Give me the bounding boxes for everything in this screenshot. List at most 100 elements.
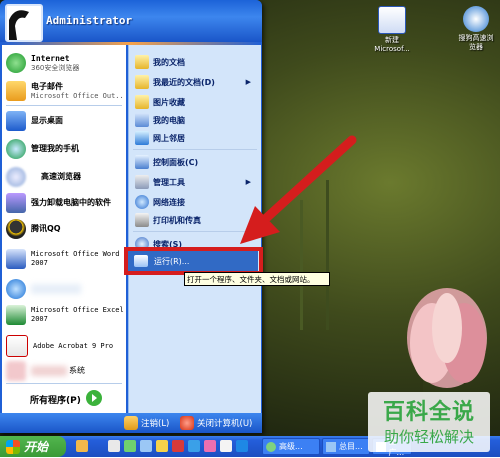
- quicklaunch-icon[interactable]: [108, 440, 120, 452]
- desktop-icon-sogou[interactable]: 搜狗高速浏 览器: [444, 6, 500, 52]
- taskbar-task[interactable]: 高级...: [262, 438, 320, 455]
- item-label: 控制面板(C): [153, 157, 199, 167]
- item-label: 网上邻居: [153, 133, 185, 143]
- menu-item-show-desktop[interactable]: 显示桌面: [6, 111, 126, 131]
- desktop-icon-label: 新建 Microsof...: [374, 36, 410, 53]
- shutdown-label: 关闭计算机(U): [197, 419, 253, 429]
- qq-icon: [6, 219, 26, 239]
- watermark-title: 百科全说: [382, 400, 475, 425]
- menu-item-fast-browser[interactable]: 高速浏览器: [6, 167, 126, 187]
- menu-item-my-pictures[interactable]: 图片收藏: [135, 95, 257, 109]
- my-documents-icon: [135, 55, 149, 69]
- menu-item-word[interactable]: Microsoft Office Word 2007: [6, 249, 126, 269]
- submenu-arrow-icon: ▶: [245, 78, 251, 86]
- my-computer-icon: [135, 113, 149, 127]
- item-title: Internet: [31, 53, 70, 63]
- task-icon: [266, 441, 276, 452]
- menu-item-ie[interactable]: [6, 279, 126, 299]
- quicklaunch-icon[interactable]: [188, 440, 200, 452]
- item-subtitle: Microsoft Office Out...: [31, 91, 125, 100]
- item-title: Adobe Acrobat 9 Pro: [33, 341, 114, 350]
- menu-item-network-connections[interactable]: 网络连接: [135, 195, 257, 209]
- start-button[interactable]: 开始: [0, 436, 66, 457]
- menu-item-printers[interactable]: 打印机和传真: [135, 213, 257, 227]
- quicklaunch-icon[interactable]: [124, 440, 136, 452]
- item-title: Microsoft Office Word 2007: [31, 250, 120, 267]
- submenu-arrow-icon: ▶: [245, 178, 251, 186]
- item-title: 腾讯QQ: [31, 224, 61, 233]
- menu-item-phone-manager[interactable]: 管理我的手机: [6, 139, 126, 159]
- item-subtitle: 360安全浏览器: [31, 63, 80, 72]
- user-name: Administrator: [46, 14, 133, 27]
- lotus-flower-image: [407, 288, 487, 388]
- divider: [133, 231, 257, 232]
- logoff-button[interactable]: 注销(L): [124, 416, 169, 430]
- all-programs-label[interactable]: 所有程序(P): [30, 393, 81, 406]
- pinned-programs: Internet 360安全浏览器 电子邮件 Microsoft Office Ou…: [2, 45, 126, 413]
- quicklaunch-icon[interactable]: [172, 440, 184, 452]
- item-title: Microsoft Office Excel 2007: [31, 306, 124, 323]
- my-pictures-icon: [135, 95, 149, 109]
- quicklaunch-icon[interactable]: [220, 440, 232, 452]
- start-menu-header: Administrator: [0, 0, 262, 42]
- places-column: 我的文档 我最近的文档(D) ▶ 图片收藏 我的电脑 网上邻居 控制面板(C) …: [128, 45, 261, 413]
- start-label: 开始: [24, 440, 49, 454]
- quicklaunch-icon[interactable]: [76, 440, 88, 452]
- item-title: 显示桌面: [31, 116, 63, 125]
- item-label: 我最近的文档(D): [153, 77, 215, 87]
- desktop-icon-label: 搜狗高速浏 览器: [458, 34, 494, 51]
- taskbar-task[interactable]: 总目...: [322, 438, 370, 455]
- menu-item-recent-docs[interactable]: 我最近的文档(D) ▶: [135, 75, 257, 89]
- menu-item-uninstall[interactable]: 强力卸载电脑中的软件: [6, 193, 126, 213]
- quicklaunch-icon[interactable]: [204, 440, 216, 452]
- recent-docs-icon: [135, 75, 149, 89]
- browser-icon: [6, 53, 26, 73]
- run-tooltip: 打开一个程序、文件夹、文档或网站。: [184, 272, 330, 286]
- menu-item-system[interactable]: 系统: [6, 361, 126, 381]
- menu-item-excel[interactable]: Microsoft Office Excel 2007: [6, 305, 126, 325]
- desktop-icon-word-doc[interactable]: 新建 Microsof...: [360, 6, 424, 54]
- menu-item-network[interactable]: 网上邻居: [135, 131, 257, 145]
- item-title: 强力卸载电脑中的软件: [31, 198, 111, 207]
- menu-item-control-panel[interactable]: 控制面板(C): [135, 155, 257, 169]
- user-avatar[interactable]: [5, 4, 43, 42]
- key-icon: [124, 416, 138, 430]
- avatar-image: [7, 6, 41, 40]
- item-label: 网络连接: [153, 197, 185, 207]
- task-label: 总目...: [339, 442, 363, 451]
- excel-icon: [6, 305, 26, 325]
- acrobat-icon: [6, 335, 28, 357]
- quicklaunch-icon[interactable]: [156, 440, 168, 452]
- item-title: 系统: [69, 366, 85, 375]
- item-label: 我的电脑: [153, 115, 185, 125]
- control-panel-icon: [135, 155, 149, 169]
- menu-item-admin-tools[interactable]: 管理工具 ▶: [135, 175, 257, 189]
- outlook-icon: [6, 81, 26, 101]
- item-title: 电子邮件: [31, 81, 63, 91]
- menu-item-my-computer[interactable]: 我的电脑: [135, 113, 257, 127]
- menu-item-email[interactable]: 电子邮件 Microsoft Office Out...: [6, 81, 126, 101]
- all-programs-arrow-icon[interactable]: [86, 390, 102, 406]
- quicklaunch-icon[interactable]: [140, 440, 152, 452]
- divider: [6, 105, 122, 106]
- admin-tools-icon: [135, 175, 149, 189]
- watermark: 百科全说 助你轻松解决: [368, 392, 490, 452]
- system-icon: [6, 361, 26, 381]
- item-title: 管理我的手机: [31, 144, 79, 153]
- item-label: 管理工具: [153, 177, 185, 187]
- menu-item-acrobat[interactable]: Adobe Acrobat 9 Pro: [6, 335, 126, 357]
- phone-manager-icon: [6, 139, 26, 159]
- item-label: 我的文档: [153, 57, 185, 67]
- annotation-highlight-box: [124, 247, 263, 275]
- start-menu-footer: 注销(L) 关闭计算机(U): [0, 413, 262, 433]
- blurred-label: [31, 366, 67, 376]
- shutdown-button[interactable]: 关闭计算机(U): [180, 416, 252, 430]
- logoff-label: 注销(L): [141, 419, 170, 429]
- item-title: 高速浏览器: [41, 172, 81, 181]
- menu-item-qq[interactable]: 腾讯QQ: [6, 219, 126, 239]
- menu-item-internet[interactable]: Internet 360安全浏览器: [6, 53, 126, 73]
- item-label: 图片收藏: [153, 97, 185, 107]
- menu-item-my-documents[interactable]: 我的文档: [135, 55, 257, 69]
- word-icon: [6, 249, 26, 269]
- quicklaunch-icon[interactable]: [236, 440, 248, 452]
